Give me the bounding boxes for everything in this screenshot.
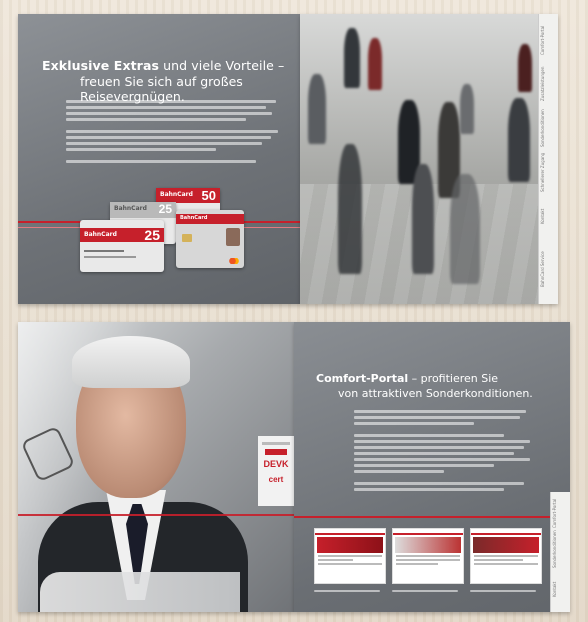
- commuter-figure: [412, 164, 434, 274]
- commuter-figure: [368, 38, 382, 90]
- index-tab: BahnCard Service: [540, 251, 545, 287]
- commuter-figure: [508, 98, 530, 182]
- index-tab-strip: Comfort-Portal Sonderkonditionen Kontakt: [550, 492, 570, 612]
- index-tab: Schnellerer Zugang: [540, 152, 545, 192]
- brochure-page-comfort-portal: Comfort-Portal – profitieren Sie von att…: [294, 322, 570, 612]
- commuter-figure: [460, 84, 474, 134]
- page-title: Exklusive Extras und viele Vorteile –: [42, 58, 285, 73]
- red-accent-line: [294, 516, 570, 518]
- devk-logo: DEVK: [263, 459, 289, 469]
- bahncard-business: BahnCard: [176, 210, 244, 268]
- index-tab: Comfort-Portal: [552, 498, 557, 528]
- index-tab: Sonderkonditionen: [552, 530, 557, 568]
- commuter-figure: [338, 144, 362, 274]
- commuter-figure: [450, 174, 480, 284]
- index-tab: Kontakt: [552, 581, 557, 597]
- cert-logo: cert: [268, 475, 284, 484]
- page-title: Comfort-Portal – profitieren Sie: [316, 372, 499, 385]
- index-tab: Comfort-Portal: [540, 25, 545, 55]
- index-tab-strip: Comfort-Portal Zusatzleistungen Sonderko…: [538, 14, 558, 304]
- website-screenshot: [314, 528, 386, 584]
- index-tab: Zusatzleistungen: [540, 66, 545, 102]
- index-tab: Sonderkonditionen: [540, 109, 545, 147]
- sponsor-panel: DEVK cert: [258, 436, 294, 506]
- grey-hair: [72, 336, 190, 388]
- brochure-photo-page-station: Comfort-Portal Zusatzleistungen Sonderko…: [300, 14, 558, 304]
- commuter-figure: [308, 74, 326, 144]
- bahncard-25-front: BahnCard 25: [80, 220, 164, 272]
- brochure-photo-page-businessman: DEVK cert: [18, 322, 294, 612]
- brochure-page-exclusive-extras: Exklusive Extras und viele Vorteile – fr…: [18, 14, 300, 304]
- red-accent-line: [18, 514, 294, 516]
- page-subtitle: von attraktiven Sonderkonditionen.: [338, 387, 533, 400]
- website-screenshot: [392, 528, 464, 584]
- index-tab: Kontakt: [540, 208, 545, 224]
- website-screenshot: [470, 528, 542, 584]
- commuter-figure: [518, 44, 532, 92]
- laptop-edge: [40, 572, 240, 612]
- commuter-figure: [344, 28, 360, 88]
